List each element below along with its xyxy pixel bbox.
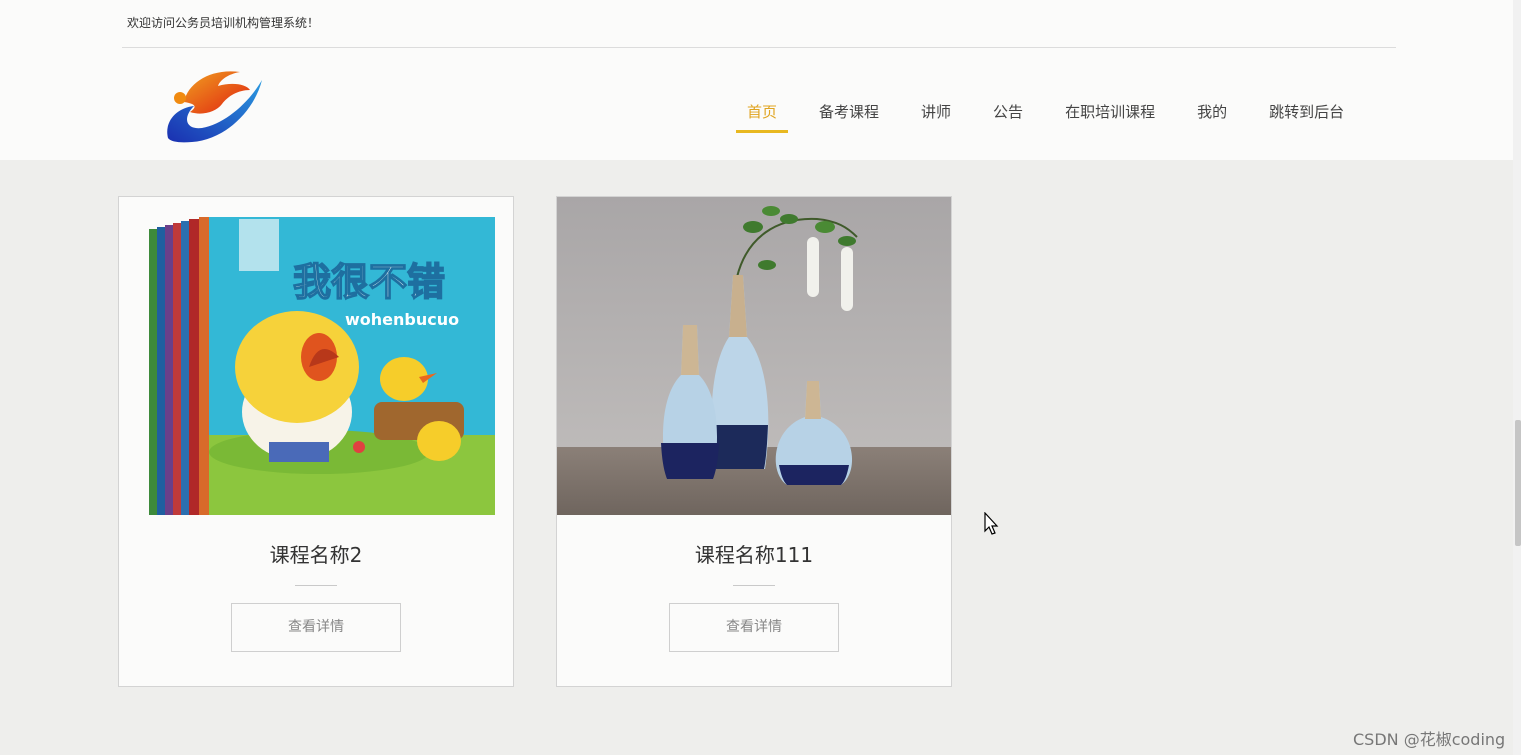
- scrollbar-track[interactable]: [1513, 0, 1521, 755]
- book-cover-subtitle: wohenbucuo: [345, 310, 459, 329]
- watermark-text: CSDN @花椒coding: [1353, 730, 1506, 749]
- nav-item-home[interactable]: 首页: [736, 100, 789, 133]
- view-details-button[interactable]: 查看详情: [231, 603, 401, 652]
- course-card[interactable]: 课程名称111 查看详情: [556, 196, 952, 687]
- course-title[interactable]: 课程名称2: [119, 539, 513, 568]
- nav-item-lecturers[interactable]: 讲师: [910, 100, 962, 133]
- title-divider: [295, 585, 337, 586]
- course-image-vases[interactable]: [557, 197, 951, 515]
- nav-item-onjob-courses[interactable]: 在职培训课程: [1054, 100, 1166, 133]
- header-divider: [122, 47, 1396, 48]
- scrollbar-thumb[interactable]: [1515, 420, 1521, 546]
- nav-item-mine[interactable]: 我的: [1186, 100, 1238, 133]
- nav-item-prep-courses[interactable]: 备考课程: [808, 100, 890, 133]
- nav-item-admin[interactable]: 跳转到后台: [1258, 100, 1355, 133]
- book-cover-title: 我很不错: [293, 260, 445, 304]
- course-title[interactable]: 课程名称111: [557, 539, 951, 568]
- course-card[interactable]: 我很不错 wohenbucuo 课程名称2 查看详情: [118, 196, 514, 687]
- title-divider: [733, 585, 775, 586]
- view-details-button[interactable]: 查看详情: [669, 603, 839, 652]
- top-header: 欢迎访问公务员培训机构管理系统！ 首页 备考课程 讲师 公告 在职培训课程 我的…: [0, 0, 1521, 160]
- welcome-text: 欢迎访问公务员培训机构管理系统！: [127, 16, 320, 30]
- nav-item-announcements[interactable]: 公告: [982, 100, 1034, 133]
- course-image-book[interactable]: 我很不错 wohenbucuo: [119, 197, 513, 515]
- mouse-pointer-icon: [984, 512, 999, 535]
- main-nav: 首页 备考课程 讲师 公告 在职培训课程 我的 跳转到后台: [736, 100, 1375, 134]
- site-logo[interactable]: [162, 64, 266, 146]
